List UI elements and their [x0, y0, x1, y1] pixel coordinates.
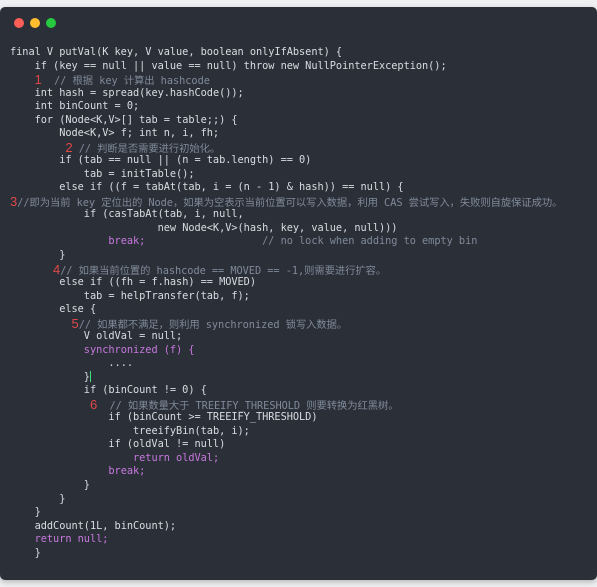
code-line-27: 6 // 如果数量大于 TREEIFY_THRESHOLD 则要转换为红黑树。 [10, 398, 562, 412]
code-text: } [59, 492, 66, 505]
code-line-21: 5// 如果都不满足，则利用 synchronized 锁写入数据。 [10, 315, 562, 331]
code-line-22: V oldVal = null; [10, 330, 562, 344]
code-line-28: if (binCount >= TREEIFY_THRESHOLD) [10, 411, 562, 425]
code-text: if (binCount != 0) { [83, 384, 207, 397]
code-text: else if ((fh = f.hash) == MOVED) [59, 276, 256, 289]
comment: // 如果当前位置的 hashcode == MOVED == -1,则需要进行… [60, 264, 387, 277]
code-text: tab = initTable(); [83, 167, 195, 180]
code-text: int hash = spread(key.hashCode()); [34, 86, 244, 99]
code-text: } [34, 546, 41, 559]
code-line-18: else if ((fh = f.hash) == MOVED) [10, 276, 562, 290]
code-line-3: 1 // 根据 key 计算出 hashcode [10, 73, 562, 87]
code-line-32: break; [10, 465, 562, 479]
code-text: else if ((f = tabAt(tab, i = (n - 1) & h… [59, 181, 404, 194]
comment: // 如果数量大于 TREEIFY_THRESHOLD 则要转换为红黑树。 [109, 399, 399, 412]
code-text: break; [108, 465, 146, 478]
code-text: if (casTabAt(tab, i, null, [83, 208, 244, 221]
code-line-10: tab = initTable(); [10, 168, 562, 182]
comment: // 根据 key 计算出 hashcode [54, 75, 210, 88]
close-dot-icon[interactable] [14, 18, 24, 28]
code-text: if (key == null || value == null) throw … [34, 59, 447, 72]
code-line-29: treeifyBin(tab, i); [10, 425, 562, 439]
code-text: else { [59, 303, 97, 316]
code-block: final V putVal(K key, V value, boolean o… [10, 46, 562, 560]
code-text: V oldVal = null; [83, 330, 183, 343]
code-line-1: final V putVal(K key, V value, boolean o… [10, 46, 343, 58]
code-line-15: break; // no lock when adding to empty b… [10, 235, 562, 249]
minimize-dot-icon[interactable] [30, 18, 40, 28]
comment: // no lock when adding to empty bin [262, 235, 478, 248]
comment: //即为当前 key 定位出的 Node，如果为空表示当前位置可以写入数据，利用… [17, 196, 563, 209]
code-line-14: new Node<K,V>(hash, key, value, null))) [10, 222, 562, 236]
step-marker-2: 2 [65, 139, 73, 155]
code-line-6: for (Node<K,V>[] tab = table;;) { [10, 114, 562, 128]
comment: // 判断是否需要进行初始化。 [78, 142, 221, 155]
code-text: Node<K,V> f; int n, i, fh; [59, 127, 220, 140]
code-text: if (oldVal != null) [108, 438, 226, 451]
code-line-38: } [10, 547, 562, 561]
code-text: tab = helpTransfer(tab, f); [83, 289, 250, 302]
code-line-25: } [10, 371, 562, 385]
step-marker-1: 1 [34, 72, 42, 88]
code-line-8: 2 // 判断是否需要进行初始化。 [10, 139, 562, 155]
code-line-16: } [10, 249, 562, 263]
code-text: } [59, 248, 66, 261]
code-text: return oldVal; [133, 451, 220, 464]
code-line-36: addCount(1L, binCount); [10, 520, 562, 534]
code-text: new Node<K,V>(hash, key, value, null))) [157, 221, 398, 234]
code-line-26: if (binCount != 0) { [10, 384, 562, 398]
code-text: synchronized (f) { [83, 343, 195, 356]
text-cursor [89, 371, 91, 383]
step-marker-6: 6 [89, 396, 98, 412]
code-line-7: Node<K,V> f; int n, i, fh; [10, 127, 562, 141]
code-text: } [83, 479, 90, 491]
code-line-4: int hash = spread(key.hashCode()); [10, 87, 562, 101]
code-text: .... [108, 357, 133, 370]
code-line-30: if (oldVal != null) [10, 438, 562, 452]
code-text: return null; [34, 533, 109, 546]
code-text: if (tab == null || (n = tab.length) == 0… [59, 154, 312, 167]
code-line-19: tab = helpTransfer(tab, f); [10, 290, 562, 304]
code-text: treeifyBin(tab, i); [133, 424, 250, 437]
code-line-2: if (key == null || value == null) throw … [10, 60, 562, 74]
code-line-9: if (tab == null || (n = tab.length) == 0… [10, 154, 562, 168]
comment: // 如果都不满足，则利用 synchronized 锁写入数据。 [78, 318, 348, 331]
step-marker-5: 5 [71, 315, 79, 331]
maximize-dot-icon[interactable] [46, 18, 56, 28]
code-text: addCount(1L, binCount); [34, 519, 177, 532]
code-line-37: return null; [10, 533, 562, 547]
code-line-24: .... [10, 357, 562, 371]
code-window: final V putVal(K key, V value, boolean o… [0, 7, 597, 580]
code-text: for (Node<K,V>[] tab = table;;) { [34, 113, 238, 126]
code-text: if (binCount >= TREEIFY_THRESHOLD) [108, 411, 318, 424]
window-controls [14, 18, 56, 28]
code-line-33: } [10, 479, 562, 493]
code-line-34: } [10, 493, 562, 507]
code-line-31: return oldVal; [10, 452, 562, 466]
code-text: int binCount = 0; [34, 100, 140, 113]
code-line-20: else { [10, 303, 562, 317]
code-line-11: else if ((f = tabAt(tab, i = (n - 1) & h… [10, 181, 562, 195]
code-text: } [34, 506, 41, 519]
code-text: break; [108, 235, 146, 248]
code-line-23: synchronized (f) { [10, 344, 562, 358]
code-line-13: if (casTabAt(tab, i, null, [10, 208, 562, 222]
code-line-5: int binCount = 0; [10, 100, 562, 114]
code-line-12: 3//即为当前 key 定位出的 Node，如果为空表示当前位置可以写入数据，利… [10, 195, 562, 209]
code-line-17: 4// 如果当前位置的 hashcode == MOVED == -1,则需要进… [10, 262, 562, 277]
code-line-35: } [10, 506, 562, 520]
